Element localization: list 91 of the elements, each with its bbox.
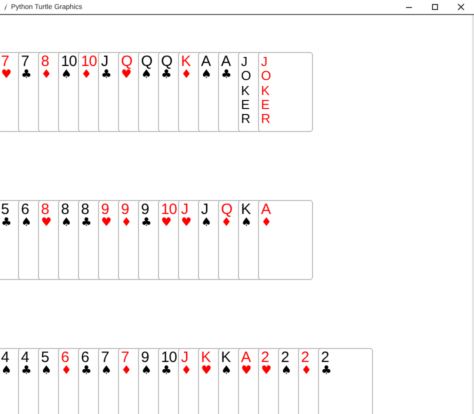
card-rank: 8	[41, 54, 49, 69]
card-rank: Q	[141, 54, 152, 69]
card-rank: 9	[101, 202, 109, 217]
suit-symbol: ♠	[21, 217, 32, 228]
card-rank: 9	[141, 202, 149, 217]
card-rank: 10	[161, 202, 177, 217]
joker-label: JOKER	[241, 55, 252, 126]
suit-symbol: ♣	[81, 365, 92, 376]
card-rank: A	[201, 54, 211, 69]
suit-symbol: ♥	[1, 69, 12, 80]
suit-symbol: ♠	[141, 365, 152, 376]
suit-symbol: ♥	[241, 365, 252, 376]
card-rank: 5	[41, 350, 49, 365]
card-rank: A	[241, 350, 251, 365]
suit-symbol: ♣	[161, 365, 172, 376]
card-rank: K	[181, 54, 191, 69]
card-rank: 4	[1, 350, 9, 365]
suit-symbol: ♥	[261, 365, 272, 376]
suit-symbol: ♦	[181, 69, 192, 80]
card-rank: 7	[121, 350, 129, 365]
card-rank: 10	[161, 350, 177, 365]
card-rank: J	[101, 54, 108, 69]
suit-symbol: ♠	[101, 365, 112, 376]
suit-symbol: ♦	[221, 217, 232, 228]
suit-symbol: ♠	[201, 217, 212, 228]
joker-label: JOKER	[261, 55, 272, 126]
suit-symbol: ♥	[201, 365, 212, 376]
suit-symbol: ♠	[201, 69, 212, 80]
suit-symbol: ♠	[1, 365, 12, 376]
suit-symbol: ♣	[21, 69, 32, 80]
card-rank: 4	[21, 350, 29, 365]
suit-symbol: ♦	[181, 365, 192, 376]
card-rank: Q	[221, 202, 232, 217]
suit-symbol: ♦	[121, 365, 132, 376]
card-rank: 9	[121, 202, 129, 217]
close-icon	[457, 3, 465, 11]
suit-symbol: ♥	[121, 69, 132, 80]
card-rank: Q	[161, 54, 172, 69]
card-rank: 10	[61, 54, 77, 69]
suit-symbol: ♠	[61, 217, 72, 228]
suit-symbol: ♣	[21, 365, 32, 376]
suit-symbol: ♣	[141, 217, 152, 228]
card-rank: 9	[141, 350, 149, 365]
suit-symbol: ♦	[301, 365, 312, 376]
card-rank: 6	[21, 202, 29, 217]
suit-symbol: ♦	[81, 69, 92, 80]
card-rank: 8	[61, 202, 69, 217]
card-rank: 5	[1, 202, 9, 217]
suit-symbol: ♣	[1, 217, 12, 228]
suit-symbol: ♠	[221, 365, 232, 376]
suit-symbol: ♣	[101, 69, 112, 80]
suit-symbol: ♠	[41, 365, 52, 376]
card-rank: 2	[281, 350, 289, 365]
card-rank: K	[201, 350, 211, 365]
suit-symbol: ♥	[41, 217, 52, 228]
card-rank: K	[221, 350, 231, 365]
suit-symbol: ♣	[221, 69, 232, 80]
card-rank: 7	[1, 54, 9, 69]
suit-symbol: ♥	[161, 217, 172, 228]
card-rank: Q	[121, 54, 132, 69]
suit-symbol: ♠	[281, 365, 292, 376]
card-rank: J	[181, 202, 188, 217]
card-rank: A	[261, 202, 271, 217]
card-rank: J	[181, 350, 188, 365]
suit-symbol: ♦	[261, 217, 272, 228]
maximize-icon	[431, 3, 439, 11]
card-rank: 10	[81, 54, 97, 69]
suit-symbol: ♣	[321, 365, 332, 376]
suit-symbol: ♣	[161, 69, 172, 80]
card-rank: 2	[261, 350, 269, 365]
card-rank: 8	[81, 202, 89, 217]
card-rank: 6	[61, 350, 69, 365]
suit-symbol: ♥	[101, 217, 112, 228]
suit-symbol: ♥	[181, 217, 192, 228]
suit-symbol: ♣	[81, 217, 92, 228]
suit-symbol: ♠	[241, 217, 252, 228]
card-rank: 2	[321, 350, 329, 365]
suit-symbol: ♠	[61, 69, 72, 80]
card-rank: 2	[301, 350, 309, 365]
card-rank: 8	[41, 202, 49, 217]
suit-symbol: ♦	[41, 69, 52, 80]
suit-symbol: ♦	[121, 217, 132, 228]
card-rank: J	[201, 202, 208, 217]
card-rank: 7	[101, 350, 109, 365]
card-rank: 6	[81, 350, 89, 365]
card-rank: K	[241, 202, 251, 217]
card-rank: 7	[21, 54, 29, 69]
suit-symbol: ♦	[61, 365, 72, 376]
suit-symbol: ♠	[141, 69, 152, 80]
feather-icon	[4, 3, 8, 11]
card-rank: A	[221, 54, 231, 69]
